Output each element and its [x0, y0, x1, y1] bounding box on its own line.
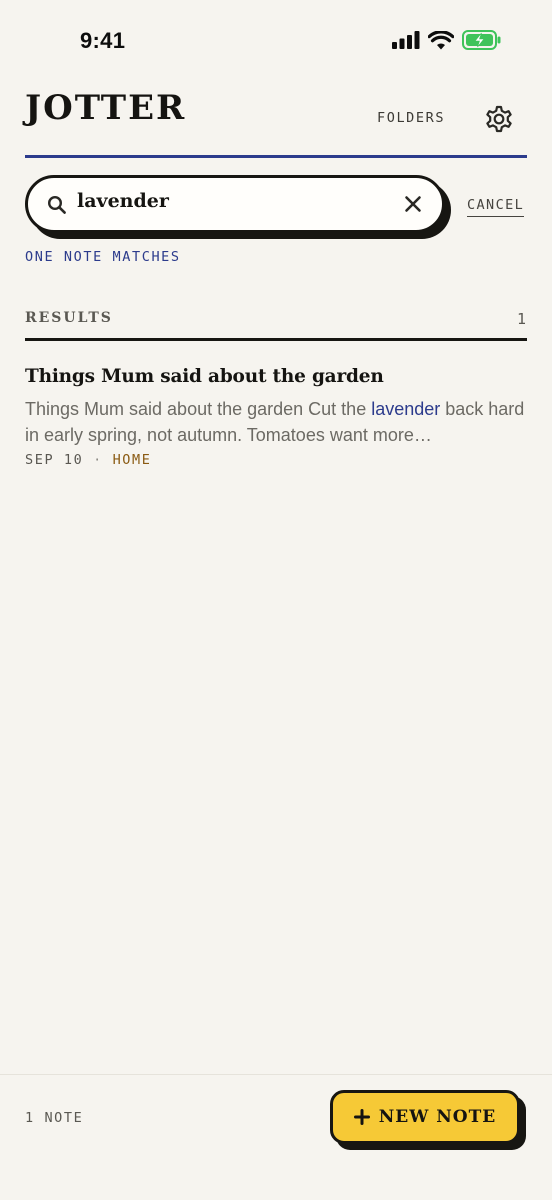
plus-icon [353, 1109, 370, 1125]
status-time: 9:41 [80, 28, 126, 53]
results-heading: RESULTS [25, 310, 113, 326]
gear-icon[interactable] [484, 104, 514, 134]
results-divider [25, 338, 527, 341]
note-folder-tag: HOME [112, 452, 152, 468]
new-note-button[interactable]: NEW NOTE [330, 1090, 520, 1144]
folders-link[interactable]: FOLDERS [377, 110, 445, 126]
wifi-icon [428, 30, 454, 49]
signal-icon [392, 31, 420, 49]
note-title: Things Mum said about the garden [25, 366, 384, 387]
match-count-text: ONE NOTE MATCHES [25, 249, 181, 265]
battery-charging-icon [462, 30, 501, 50]
app-title: JOTTER [25, 88, 187, 128]
snippet-highlight: lavender [371, 399, 441, 419]
clear-search-icon[interactable] [404, 195, 422, 213]
footer-divider [0, 1074, 552, 1075]
note-snippet: Things Mum said about the garden Cut the… [25, 396, 525, 448]
search-results-screen: 9:41 JOTTER FOLDERS lavender CANCEL ONE … [0, 0, 552, 1200]
note-date: SEP 10 [25, 452, 84, 468]
snippet-text-before: Things Mum said about the garden Cut the [25, 399, 372, 419]
results-count: 1 [516, 310, 526, 328]
search-icon [47, 195, 66, 214]
new-note-label: NEW NOTE [378, 1107, 497, 1127]
status-icons [392, 30, 502, 50]
search-input[interactable]: lavender [77, 190, 169, 212]
header-divider [25, 155, 527, 158]
cancel-button[interactable]: CANCEL [467, 197, 525, 217]
search-field[interactable]: lavender [25, 175, 445, 233]
note-meta: SEP 10 · HOME [25, 452, 152, 468]
note-count: 1 NOTE [25, 1110, 84, 1126]
meta-separator: · [93, 452, 103, 468]
